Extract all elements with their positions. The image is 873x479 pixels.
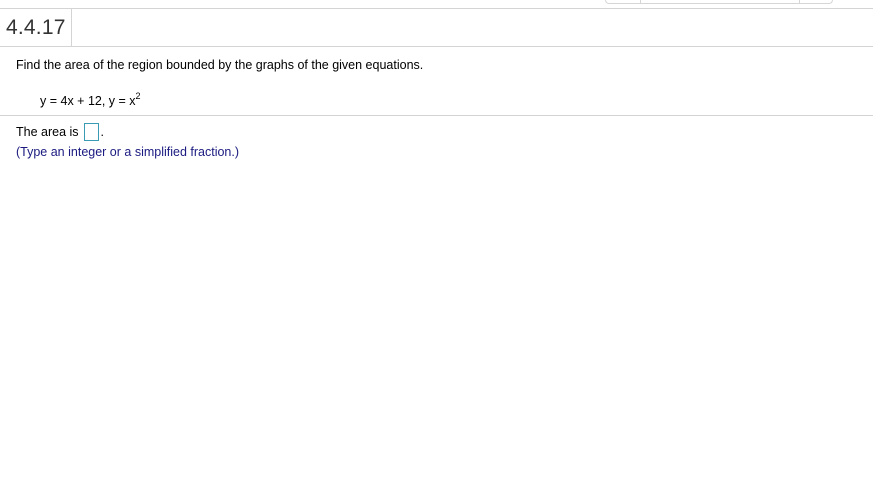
equation: y = 4x + 12, y = x2 [40,91,141,109]
question-answer-divider [0,115,873,116]
header-divider-bottom [0,46,873,47]
header-divider-top [0,8,873,9]
answer-label: The area is [16,125,79,139]
answer-input[interactable] [83,123,99,141]
question-prompt: Find the area of the region bounded by t… [16,58,424,72]
answer-suffix: . [100,125,105,139]
tab-divider [640,0,641,4]
answer-row: The area is . [16,123,104,141]
answer-hint: (Type an integer or a simplified fractio… [16,145,240,159]
equation-exponent: 2 [135,91,141,101]
tab-divider [799,0,800,4]
question-number: 4.4.17 [6,16,66,39]
top-tab-bar[interactable] [605,0,833,4]
equation-main: y = 4x + 12, y = x [40,94,136,109]
